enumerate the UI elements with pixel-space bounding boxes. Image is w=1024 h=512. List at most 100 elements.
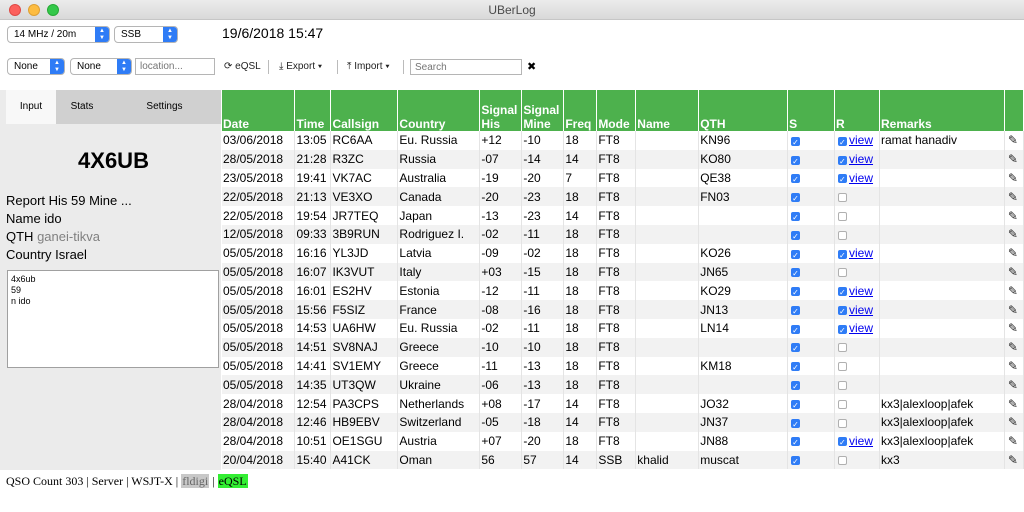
table-row[interactable]: 20/04/2018 15:40 A41CK Oman 56 57 14 SSB khalid m… <box>222 450 1024 470</box>
edit-icon[interactable]: ✎ <box>1008 246 1018 260</box>
column-header[interactable]: QTH <box>698 90 789 131</box>
view-eqsl-link[interactable]: view <box>849 133 873 147</box>
edit-icon[interactable]: ✎ <box>1008 434 1018 448</box>
table-row[interactable]: 05/05/2018 15:56 F5SIZ France -08 -16 18 FT8 JN1… <box>222 300 1024 319</box>
column-header[interactable]: Signal Mine <box>521 90 565 131</box>
table-row[interactable]: 28/04/2018 10:51 OE1SGU Austria +07 -20 18 FT8 J… <box>222 431 1024 451</box>
column-header[interactable]: Country <box>397 90 481 131</box>
column-header[interactable]: Name <box>635 90 700 131</box>
received-checkbox[interactable] <box>838 134 847 150</box>
column-header[interactable] <box>1004 90 1024 131</box>
received-checkbox[interactable] <box>838 230 847 240</box>
column-header[interactable]: Time <box>294 90 332 131</box>
received-checkbox[interactable] <box>838 247 847 263</box>
received-checkbox[interactable] <box>838 399 847 409</box>
table-row[interactable]: 23/05/2018 19:41 VK7AC Australia -19 -20 7 FT8 Q… <box>222 168 1024 188</box>
sent-checkbox[interactable] <box>791 378 801 394</box>
search-input[interactable] <box>410 59 522 75</box>
sent-checkbox[interactable] <box>791 359 801 375</box>
column-header[interactable]: Date <box>222 90 296 131</box>
view-eqsl-link[interactable]: view <box>849 321 873 335</box>
received-checkbox[interactable] <box>838 418 847 428</box>
clear-search-icon[interactable]: ✖ <box>527 60 536 73</box>
edit-icon[interactable]: ✎ <box>1008 397 1018 411</box>
view-eqsl-link[interactable]: view <box>849 246 873 260</box>
edit-icon[interactable]: ✎ <box>1008 378 1018 392</box>
sent-checkbox[interactable] <box>791 434 801 451</box>
table-row[interactable]: 05/05/2018 16:16 YL3JD Latvia -09 -02 18 FT8 KO2… <box>222 243 1024 263</box>
column-header[interactable]: Remarks <box>879 90 1005 131</box>
edit-icon[interactable]: ✎ <box>1008 190 1018 204</box>
zoom-window-button[interactable] <box>47 4 59 16</box>
location-input[interactable] <box>135 58 215 75</box>
edit-icon[interactable]: ✎ <box>1008 303 1018 317</box>
column-header[interactable]: R <box>834 90 880 131</box>
mode-select[interactable]: SSB ▲ ▼ <box>114 26 178 43</box>
sent-checkbox[interactable] <box>791 134 801 150</box>
edit-icon[interactable]: ✎ <box>1008 171 1018 185</box>
edit-icon[interactable]: ✎ <box>1008 209 1018 223</box>
edit-icon[interactable]: ✎ <box>1008 133 1018 147</box>
edit-icon[interactable]: ✎ <box>1008 340 1018 354</box>
sent-checkbox[interactable] <box>791 303 801 319</box>
received-checkbox[interactable] <box>838 381 847 391</box>
table-row[interactable]: 05/05/2018 16:01 ES2HV Estonia -12 -11 18 FT8 KO… <box>222 281 1024 301</box>
close-window-button[interactable] <box>9 4 21 16</box>
table-row[interactable]: 05/05/2018 16:07 IK3VUT Italy +03 -15 18 FT8 JN6… <box>222 262 1024 282</box>
edit-icon[interactable]: ✎ <box>1008 152 1018 166</box>
table-row[interactable]: 03/06/2018 13:05 RC6AA Eu. Russia +12 -10 18 FT… <box>222 131 1024 150</box>
view-eqsl-link[interactable]: view <box>849 152 873 166</box>
sent-checkbox[interactable] <box>791 171 801 187</box>
received-checkbox[interactable] <box>838 362 847 372</box>
edit-icon[interactable]: ✎ <box>1008 415 1018 429</box>
edit-icon[interactable]: ✎ <box>1008 359 1018 373</box>
received-checkbox[interactable] <box>838 322 847 338</box>
received-checkbox[interactable] <box>838 171 847 187</box>
table-row[interactable]: 05/05/201814:35UT3QWUkraine-06-1318FT8 ✎ <box>222 375 1024 395</box>
sent-checkbox[interactable] <box>791 228 801 244</box>
received-checkbox[interactable] <box>838 284 847 300</box>
received-checkbox[interactable] <box>838 193 847 203</box>
memo-textarea[interactable]: 4x6ub 59 n ido <box>7 270 219 368</box>
received-checkbox[interactable] <box>838 303 847 319</box>
sent-checkbox[interactable] <box>791 453 801 469</box>
filter-select-1[interactable]: None ▲ ▼ <box>7 58 65 75</box>
sent-checkbox[interactable] <box>791 190 801 206</box>
edit-icon[interactable]: ✎ <box>1008 227 1018 241</box>
import-button[interactable]: ⤒ Import ▾ <box>347 58 390 75</box>
sent-checkbox[interactable] <box>791 397 801 413</box>
table-row[interactable]: 28/05/2018 21:28 R3ZC Russia -07 -14 14 FT8 KO80… <box>222 149 1024 169</box>
sent-checkbox[interactable] <box>791 340 801 357</box>
received-checkbox[interactable] <box>838 153 847 169</box>
sent-checkbox[interactable] <box>791 284 801 300</box>
received-checkbox[interactable] <box>838 268 847 278</box>
view-eqsl-link[interactable]: view <box>849 284 873 298</box>
sent-checkbox[interactable] <box>791 153 801 169</box>
table-row[interactable]: 12/05/2018 09:33 3B9RUN Rodriguez I. -02 -11 1… <box>222 224 1024 244</box>
sent-checkbox[interactable] <box>791 265 801 281</box>
fldigi-indicator[interactable]: fldigi <box>181 474 210 488</box>
view-eqsl-link[interactable]: view <box>849 303 873 317</box>
column-header[interactable]: S <box>787 90 835 131</box>
edit-icon[interactable]: ✎ <box>1008 265 1018 279</box>
table-row[interactable]: 05/05/201814:51SV8NAJGreece-10-1018FT8✎ <box>222 337 1024 357</box>
received-checkbox[interactable] <box>838 456 847 466</box>
received-checkbox[interactable] <box>838 343 847 353</box>
table-row[interactable]: 22/05/2018 21:13 VE3XO Canada -20 -23 18 FT8 FN0… <box>222 187 1024 207</box>
sent-checkbox[interactable] <box>791 416 801 432</box>
sent-checkbox[interactable] <box>791 247 801 263</box>
band-select[interactable]: 14 MHz / 20m ▲ ▼ <box>7 26 110 43</box>
minimize-window-button[interactable] <box>28 4 40 16</box>
edit-icon[interactable]: ✎ <box>1008 321 1018 335</box>
column-header[interactable]: Freq <box>563 90 598 131</box>
edit-icon[interactable]: ✎ <box>1008 453 1018 467</box>
view-eqsl-link[interactable]: view <box>849 434 873 448</box>
table-row[interactable]: 28/04/2018 12:54 PA3CPS Netherlands +08 -17 14… <box>222 394 1024 413</box>
edit-icon[interactable]: ✎ <box>1008 284 1018 298</box>
received-checkbox[interactable] <box>838 211 847 221</box>
column-header[interactable]: Callsign <box>330 90 399 131</box>
export-button[interactable]: ⤓ Export ▾ <box>279 58 322 75</box>
tab-stats[interactable]: Stats <box>56 90 108 124</box>
sent-checkbox[interactable] <box>791 209 801 225</box>
view-eqsl-link[interactable]: view <box>849 171 873 185</box>
